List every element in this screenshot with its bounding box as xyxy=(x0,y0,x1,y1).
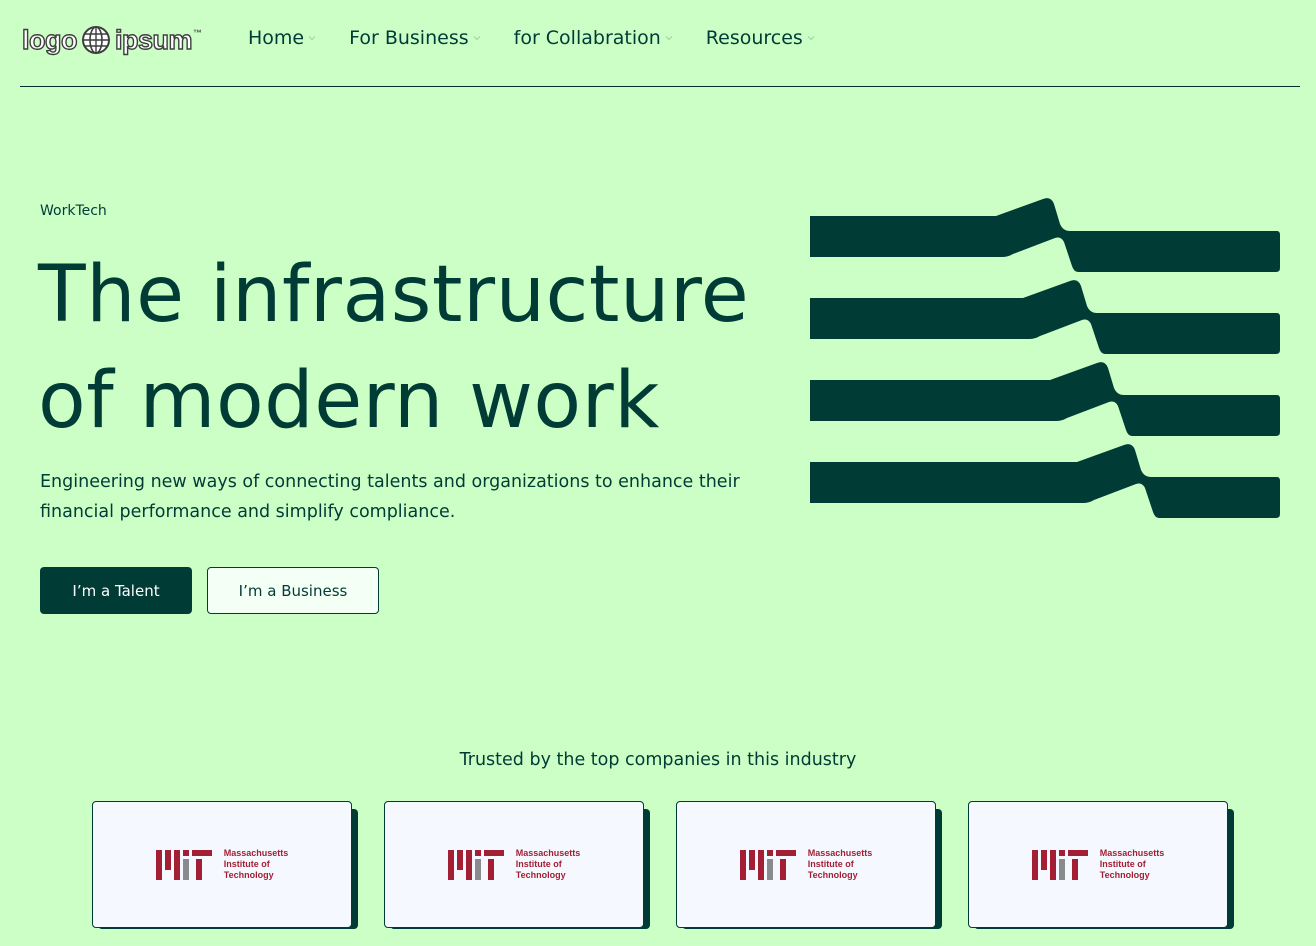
mit-line: Institute of xyxy=(807,859,854,869)
logo-text-left: logo xyxy=(21,24,78,55)
company-card: Massachusetts Institute of Technology xyxy=(676,801,936,928)
main-menu: Home For Business for Collabration Resou… xyxy=(248,27,848,49)
hero-headline-line1: The infrastructure xyxy=(38,250,750,340)
nav-item-label: Home xyxy=(248,27,305,49)
mit-wordmark: Massachusetts Institute of Technology xyxy=(224,848,289,881)
logo-text-right: ipsum xyxy=(114,24,193,55)
nav-item-label: Resources xyxy=(705,27,803,49)
mit-logo-mark xyxy=(1031,849,1088,880)
nav-item-for-collabration[interactable]: for Collabration xyxy=(514,27,673,49)
nav-item-label: For Business xyxy=(349,27,469,49)
company-card: Massachusetts Institute of Technology xyxy=(384,801,644,928)
mit-logo-mark xyxy=(155,849,212,880)
hero-headline: The infrastructure of modern work xyxy=(38,242,778,454)
mit-line: Technology xyxy=(223,870,274,880)
company-logo-card: Massachusetts Institute of Technology xyxy=(92,801,358,929)
top-nav: logo ipsum ™ Home For Business for Colla… xyxy=(20,0,1300,87)
company-card: Massachusetts Institute of Technology xyxy=(968,801,1228,928)
chevron-down-icon xyxy=(308,36,316,41)
nav-item-label: for Collabration xyxy=(513,27,661,49)
mit-line: Institute of xyxy=(515,859,562,869)
trademark-mark: ™ xyxy=(193,28,202,38)
mit-logo: Massachusetts Institute of Technology xyxy=(155,848,289,881)
chevron-down-icon xyxy=(665,36,673,41)
company-logo-card: Massachusetts Institute of Technology xyxy=(384,801,650,929)
chevron-down-icon xyxy=(473,36,480,41)
company-card: Massachusetts Institute of Technology xyxy=(92,801,352,928)
mit-logo-mark xyxy=(739,849,796,880)
mit-line: Technology xyxy=(515,870,566,880)
mit-line: Massachusetts xyxy=(1099,848,1165,858)
mit-line: Massachusetts xyxy=(807,848,873,858)
company-logo-card: Massachusetts Institute of Technology xyxy=(968,801,1234,929)
mit-wordmark: Massachusetts Institute of Technology xyxy=(1100,848,1165,881)
mit-line: Massachusetts xyxy=(223,848,289,858)
nav-item-resources[interactable]: Resources xyxy=(706,27,815,49)
talent-button[interactable]: I’m a Talent xyxy=(40,567,192,614)
chevron-down-icon xyxy=(807,36,815,41)
mit-logo: Massachusetts Institute of Technology xyxy=(447,848,581,881)
hero-subtext: Engineering new ways of connecting talen… xyxy=(40,472,740,522)
nav-item-for-business[interactable]: For Business xyxy=(349,27,481,49)
business-button[interactable]: I’m a Business xyxy=(207,567,379,614)
nav-item-home[interactable]: Home xyxy=(248,27,316,49)
brand-logo[interactable]: logo ipsum ™ xyxy=(21,22,202,58)
mit-wordmark: Massachusetts Institute of Technology xyxy=(808,848,873,881)
globe-icon xyxy=(81,26,110,54)
mit-line: Technology xyxy=(1099,870,1150,880)
mit-logo: Massachusetts Institute of Technology xyxy=(739,848,873,881)
mit-logo-mark xyxy=(447,849,504,880)
trusted-heading: Trusted by the top companies in this ind… xyxy=(459,750,857,770)
stripe-shape xyxy=(810,444,1280,518)
stripe-shape xyxy=(810,280,1280,354)
stripe-shape xyxy=(810,362,1280,436)
mit-logo: Massachusetts Institute of Technology xyxy=(1031,848,1165,881)
mit-line: Massachusetts xyxy=(515,848,581,858)
hero-eyebrow: WorkTech xyxy=(40,203,107,219)
mit-line: Institute of xyxy=(1099,859,1146,869)
mit-line: Institute of xyxy=(223,859,270,869)
mit-line: Technology xyxy=(807,870,858,880)
stripe-shape xyxy=(810,198,1280,272)
company-logo-card: Massachusetts Institute of Technology xyxy=(676,801,942,929)
mit-wordmark: Massachusetts Institute of Technology xyxy=(516,848,581,881)
hero-stripes-graphic xyxy=(810,198,1280,518)
hero-headline-line2: of modern work xyxy=(38,356,660,446)
